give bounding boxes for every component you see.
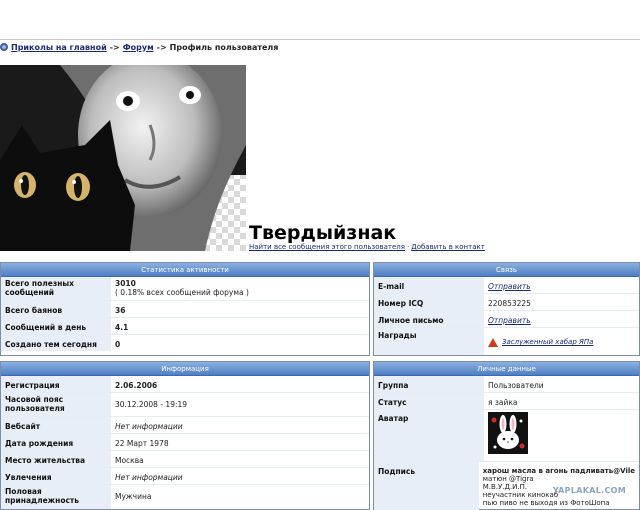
info-label: Половая принадлежность: [1, 485, 111, 509]
info-row: Увлечения Нет информации: [1, 468, 369, 485]
personal-row: Группа Пользователи: [374, 376, 639, 393]
total-posts-share: ( 0.18% всех сообщений форума ): [115, 288, 249, 297]
personal-label: Подпись: [374, 462, 479, 510]
info-value: 22 Март 1978: [115, 439, 169, 448]
info-label: Дата рождения: [1, 434, 111, 450]
stats-label: Всего баянов: [1, 301, 111, 317]
signature-line: харош масла в агонь падливать@Vile: [482, 467, 635, 475]
profile-actions: Найти все сообщения этого пользователя · Д…: [249, 243, 485, 251]
breadcrumb-current: Профиль пользователя: [169, 42, 279, 52]
site-watermark: YAPLAKAL.COM: [552, 486, 626, 495]
icq-number: 220853225: [488, 299, 531, 308]
info-value: Нет информации: [115, 422, 183, 431]
stats-row: Всего баянов 36: [1, 301, 369, 318]
add-contact-link[interactable]: Добавить в контакт: [411, 243, 485, 251]
awards-value: Заслуженный хабар ЯПа: [484, 328, 597, 349]
info-value: Нет информации: [115, 473, 183, 482]
status-value: я зайка: [488, 398, 518, 407]
group-value: Пользователи: [488, 381, 544, 390]
contact-panel: Связь E-mail Отправить Номер ICQ 2208532…: [373, 262, 640, 356]
breadcrumb: Приколы на главной -> Форум -> Профиль п…: [0, 42, 278, 52]
profile-username: Твердыйзнак: [249, 222, 397, 244]
info-label: Регистрация: [1, 376, 111, 392]
contact-label: E-mail: [374, 277, 484, 293]
info-panel: Информация Регистрация 2.06.2006 Часовой…: [0, 361, 370, 510]
avatar: [484, 410, 532, 456]
personal-row: Аватар: [374, 410, 639, 462]
email-send-link[interactable]: Отправить: [488, 282, 531, 291]
signature-line: пью пиво не выходя из ФотоШопа: [482, 499, 610, 507]
bunny-avatar-icon: [488, 412, 528, 454]
find-posts-link[interactable]: Найти все сообщения этого пользователя: [249, 243, 405, 251]
contact-row: Номер ICQ 220853225: [374, 294, 639, 311]
award-link[interactable]: Заслуженный хабар ЯПа: [502, 338, 593, 346]
info-row: Регистрация 2.06.2006: [1, 376, 369, 393]
stats-row: Всего полезных сообщений 3010 ( 0.18% вс…: [1, 277, 369, 301]
stats-panel: Статистика активности Всего полезных соо…: [0, 262, 370, 356]
info-value: 2.06.2006: [115, 381, 158, 390]
stats-value: 3010 ( 0.18% всех сообщений форума ): [111, 277, 369, 299]
info-row: Половая принадлежность Мужчина: [1, 485, 369, 509]
info-row: Часовой пояс пользователя 30.12.2008 - 1…: [1, 393, 369, 417]
breadcrumb-home-link[interactable]: Приколы на главной: [11, 43, 107, 52]
info-value: 30.12.2008 - 19:19: [115, 400, 188, 409]
info-row: Место жительства Москва: [1, 451, 369, 468]
personal-row: Статус я зайка: [374, 393, 639, 410]
breadcrumb-separator: ->: [156, 42, 167, 52]
contact-label: Личное письмо: [374, 311, 484, 327]
info-label: Увлечения: [1, 468, 111, 484]
stats-label: Всего полезных сообщений: [1, 277, 111, 300]
personal-label: Группа: [374, 376, 484, 392]
breadcrumb-forum-link[interactable]: Форум: [123, 43, 154, 52]
profile-photo: [0, 65, 246, 251]
info-label: Вебсайт: [1, 417, 111, 433]
info-label: Часовой пояс пользователя: [1, 393, 111, 416]
signature-line: матюн @Tigra: [482, 475, 534, 483]
contact-row: Личное письмо Отправить: [374, 311, 639, 328]
contact-row: E-mail Отправить: [374, 277, 639, 294]
contact-label: Номер ICQ: [374, 294, 484, 310]
personal-panel-title: Личные данные: [374, 362, 639, 376]
info-panel-title: Информация: [1, 362, 369, 376]
stats-value: 0: [115, 340, 121, 349]
info-value: Мужчина: [115, 492, 152, 501]
contact-panel-title: Связь: [374, 263, 639, 277]
private-message-link[interactable]: Отправить: [488, 316, 531, 325]
total-posts-value: 3010: [115, 279, 136, 288]
forum-bullet-icon: [0, 43, 8, 51]
personal-label: Статус: [374, 393, 484, 409]
stats-row: Сообщений в день 4.1: [1, 318, 369, 335]
info-value: Москва: [115, 456, 144, 465]
contact-row: Награды Заслуженный хабар ЯПа: [374, 328, 639, 355]
info-row: Вебсайт Нет информации: [1, 417, 369, 434]
stats-label: Создано тем сегодня: [1, 335, 111, 351]
contact-label: Награды: [374, 328, 484, 355]
top-divider: [0, 39, 640, 40]
stats-panel-title: Статистика активности: [1, 263, 369, 277]
stats-value: 36: [115, 306, 126, 315]
info-label: Место жительства: [1, 451, 111, 467]
stats-label: Сообщений в день: [1, 318, 111, 334]
link-separator: ·: [407, 243, 410, 251]
award-icon: [488, 337, 498, 347]
breadcrumb-separator: ->: [109, 42, 120, 52]
info-row: Дата рождения 22 Март 1978: [1, 434, 369, 451]
personal-label: Аватар: [374, 410, 484, 461]
stats-row: Создано тем сегодня 0: [1, 335, 369, 352]
stats-value: 4.1: [115, 323, 129, 332]
